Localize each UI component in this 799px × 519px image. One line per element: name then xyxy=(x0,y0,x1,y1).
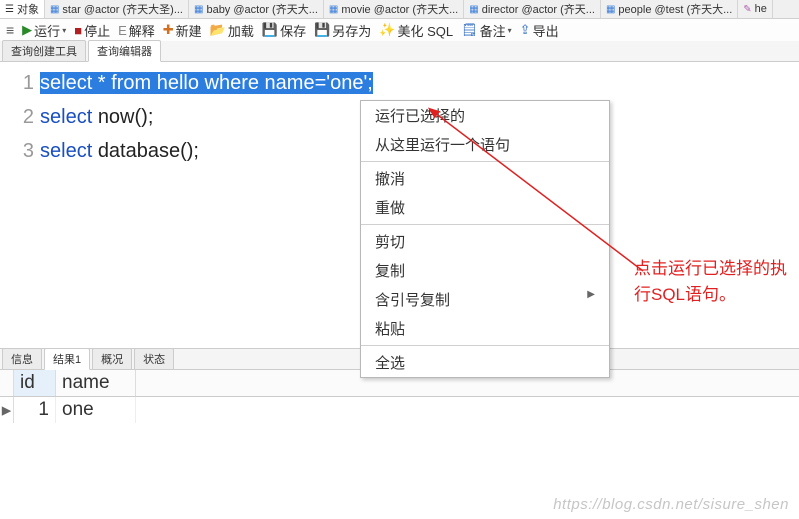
save-as-icon: 💾 xyxy=(314,22,330,38)
top-tab-baby[interactable]: ▦baby @actor (齐天大... xyxy=(189,0,324,18)
menu-label: 全选 xyxy=(375,352,405,373)
menu-label: 粘贴 xyxy=(375,318,405,339)
menu-copy-quoted[interactable]: 含引号复制 ▶ xyxy=(361,285,609,314)
menu-separator xyxy=(361,161,609,162)
top-tab-movie[interactable]: ▦movie @actor (齐天大... xyxy=(324,0,464,18)
top-tab-star[interactable]: ▦star @actor (齐天大圣)... xyxy=(45,0,189,18)
result-tab-result1[interactable]: 结果1 xyxy=(44,348,90,370)
result-tab-profile[interactable]: 概况 xyxy=(92,348,132,369)
tab-label: movie @actor (齐天大... xyxy=(341,1,458,17)
selected-text: select * from hello where name='one'; xyxy=(40,72,373,94)
menu-label: 重做 xyxy=(375,197,405,218)
explain-icon: E xyxy=(118,23,127,38)
menu-redo[interactable]: 重做 xyxy=(361,193,609,222)
row-marker-header xyxy=(0,370,14,396)
explain-label: 解释 xyxy=(129,21,155,40)
cell-name[interactable]: one xyxy=(56,397,136,423)
tab-label: 查询创建工具 xyxy=(11,46,77,58)
menu-label: 含引号复制 xyxy=(375,289,450,310)
export-button[interactable]: ⇪导出 xyxy=(520,21,559,40)
play-icon: ▶ xyxy=(22,22,32,38)
menu-separator xyxy=(361,345,609,346)
tab-query-editor[interactable]: 查询编辑器 xyxy=(88,40,161,62)
explain-button[interactable]: E解释 xyxy=(118,21,155,40)
load-label: 加载 xyxy=(228,21,254,40)
beautify-label: 美化 SQL xyxy=(397,21,453,40)
new-icon: ✚ xyxy=(163,22,174,38)
annotation-text: 点击运行已选择的执行SQL语句。 xyxy=(634,256,789,308)
tab-label: director @actor (齐天... xyxy=(482,1,595,17)
tab-label: 对象 xyxy=(17,1,39,17)
new-button[interactable]: ✚新建 xyxy=(163,21,202,40)
menu-run-from-here[interactable]: 从这里运行一个语句 xyxy=(361,130,609,159)
menu-label: 撤消 xyxy=(375,168,405,189)
menu-label: 复制 xyxy=(375,260,405,281)
tab-label: people @test (齐天大... xyxy=(618,1,732,17)
stop-icon: ■ xyxy=(74,23,82,38)
menu-label: 剪切 xyxy=(375,231,405,252)
new-label: 新建 xyxy=(176,21,202,40)
stop-button[interactable]: ■停止 xyxy=(74,21,110,40)
load-icon: 📂 xyxy=(210,22,226,38)
top-tab-director[interactable]: ▦director @actor (齐天... xyxy=(464,0,601,18)
run-button[interactable]: ▶运行▾ xyxy=(22,21,66,40)
beautify-button[interactable]: ✨美化 SQL xyxy=(379,21,453,40)
stop-label: 停止 xyxy=(84,21,110,40)
watermark: https://blog.csdn.net/sisure_shen xyxy=(553,496,789,513)
result-tab-info[interactable]: 信息 xyxy=(2,348,42,369)
tab-label: 状态 xyxy=(143,354,165,366)
top-tab-he[interactable]: ✎he xyxy=(738,0,773,18)
tab-label: 信息 xyxy=(11,354,33,366)
toolbar: ≡ ▶运行▾ ■停止 E解释 ✚新建 📂加载 💾保存 💾另存为 ✨美化 SQL … xyxy=(0,19,799,41)
menu-label: 从这里运行一个语句 xyxy=(375,134,510,155)
menu-cut[interactable]: 剪切 xyxy=(361,227,609,256)
top-tab-objects[interactable]: ☰对象 xyxy=(0,0,45,18)
chevron-right-icon: ▶ xyxy=(587,289,595,310)
current-row-marker-icon: ▸ xyxy=(0,397,14,423)
menu-copy[interactable]: 复制 xyxy=(361,256,609,285)
sub-tab-bar: 查询创建工具 查询编辑器 xyxy=(0,41,799,62)
code-line-1[interactable]: select * from hello where name='one'; xyxy=(40,66,799,100)
export-icon: ⇪ xyxy=(520,22,531,38)
hamburger-icon[interactable]: ≡ xyxy=(6,22,14,38)
tab-query-builder[interactable]: 查询创建工具 xyxy=(2,40,86,61)
menu-undo[interactable]: 撤消 xyxy=(361,164,609,193)
save-label: 保存 xyxy=(280,21,306,40)
notes-icon: 🗒 xyxy=(461,22,478,38)
line-gutter: 1 2 3 xyxy=(0,62,40,342)
run-label: 运行 xyxy=(34,21,60,40)
line-number: 1 xyxy=(0,66,34,100)
tab-label: baby @actor (齐天大... xyxy=(206,1,317,17)
export-label: 导出 xyxy=(533,21,559,40)
save-as-button[interactable]: 💾另存为 xyxy=(314,21,371,40)
notes-label: 备注 xyxy=(480,21,506,40)
result-tab-status[interactable]: 状态 xyxy=(134,348,174,369)
top-tab-bar: ☰对象 ▦star @actor (齐天大圣)... ▦baby @actor … xyxy=(0,0,799,19)
notes-button[interactable]: 🗒备注▾ xyxy=(461,21,512,40)
menu-run-selected[interactable]: 运行已选择的 xyxy=(361,101,609,130)
column-header-name[interactable]: name xyxy=(56,370,136,396)
cell-id[interactable]: 1 xyxy=(14,397,56,423)
tab-label: star @actor (齐天大圣)... xyxy=(62,1,183,17)
top-tab-people[interactable]: ▦people @test (齐天大... xyxy=(601,0,738,18)
menu-label: 运行已选择的 xyxy=(375,105,465,126)
load-button[interactable]: 📂加载 xyxy=(210,21,254,40)
tab-label: 结果1 xyxy=(53,354,81,366)
tab-label: he xyxy=(755,3,767,15)
tab-label: 概况 xyxy=(101,354,123,366)
result-row[interactable]: ▸ 1 one xyxy=(0,397,799,423)
menu-separator xyxy=(361,224,609,225)
line-number: 3 xyxy=(0,134,34,168)
tab-label: 查询编辑器 xyxy=(97,46,152,58)
line-number: 2 xyxy=(0,100,34,134)
save-button[interactable]: 💾保存 xyxy=(262,21,306,40)
menu-paste[interactable]: 粘贴 xyxy=(361,314,609,343)
context-menu: 运行已选择的 从这里运行一个语句 撤消 重做 剪切 复制 含引号复制 ▶ 粘贴 全… xyxy=(360,100,610,378)
wand-icon: ✨ xyxy=(379,22,395,38)
column-header-id[interactable]: id xyxy=(14,370,56,396)
menu-select-all[interactable]: 全选 xyxy=(361,348,609,377)
save-as-label: 另存为 xyxy=(332,21,371,40)
save-icon: 💾 xyxy=(262,22,278,38)
